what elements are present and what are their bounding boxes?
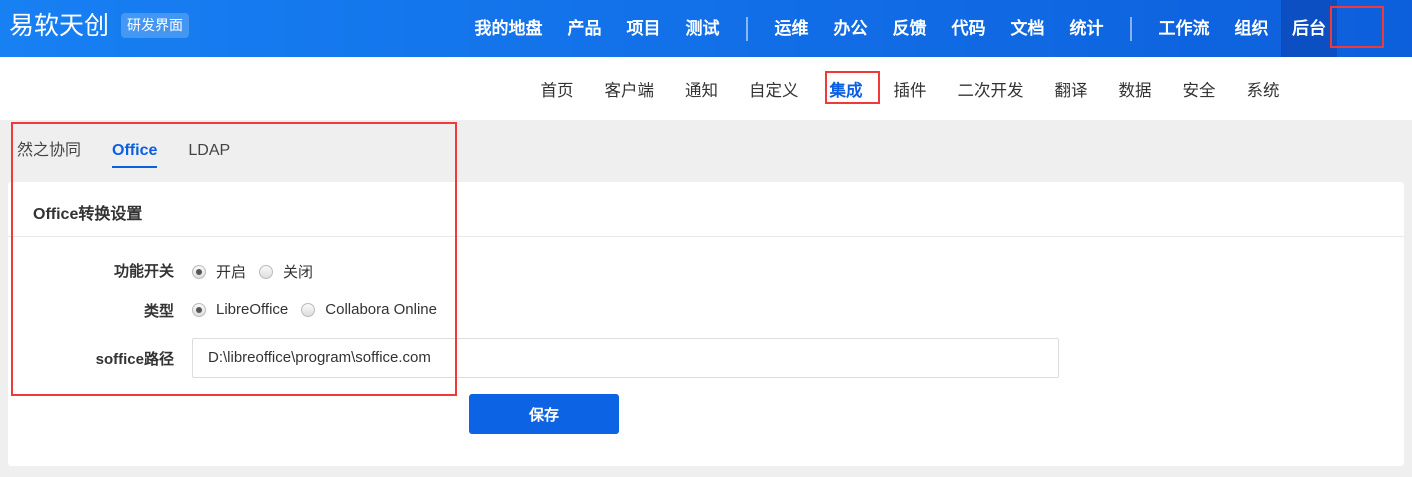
- main-nav: 我的地盘 产品 项目 测试 运维 办公 反馈 代码 文档 统计 工作流 组织 后…: [462, 0, 1337, 57]
- nav-ops[interactable]: 运维: [762, 0, 821, 57]
- nav-my[interactable]: 我的地盘: [462, 0, 555, 57]
- integration-tabs: 然之协同 Office LDAP: [17, 120, 261, 182]
- type-libreoffice-radio[interactable]: LibreOffice: [192, 301, 288, 318]
- subnav-translate[interactable]: 翻译: [1039, 77, 1103, 101]
- radio-unchecked-icon[interactable]: [301, 302, 316, 317]
- subnav-client[interactable]: 客户端: [589, 77, 670, 101]
- nav-office[interactable]: 办公: [821, 0, 880, 57]
- office-settings-card: Office转换设置 功能开关 开启 关闭 类型 LibreOffice Col…: [8, 182, 1404, 466]
- nav-product[interactable]: 产品: [555, 0, 614, 57]
- tab-ldap[interactable]: LDAP: [188, 120, 230, 182]
- nav-project[interactable]: 项目: [614, 0, 673, 57]
- radio-label: 开启: [216, 264, 247, 281]
- nav-admin[interactable]: 后台: [1281, 0, 1337, 57]
- nav-code[interactable]: 代码: [939, 0, 998, 57]
- switch-radio-group: 开启 关闭: [192, 261, 326, 282]
- path-label: soffice路径: [95, 351, 174, 368]
- brand-logo[interactable]: 易软天创: [9, 8, 109, 44]
- subnav-integration[interactable]: 集成: [814, 77, 878, 101]
- radio-checked-icon[interactable]: [192, 264, 206, 279]
- sub-nav: 首页 客户端 通知 自定义 集成 插件 二次开发 翻译 数据 安全 系统: [0, 57, 1412, 120]
- subnav-security[interactable]: 安全: [1167, 77, 1231, 101]
- tab-office[interactable]: Office: [112, 120, 158, 182]
- type-label: 类型: [143, 303, 174, 320]
- dev-interface-badge[interactable]: 研发界面: [121, 13, 189, 38]
- nav-org[interactable]: 组织: [1222, 0, 1281, 57]
- subnav-home[interactable]: 首页: [525, 77, 589, 101]
- save-button[interactable]: 保存: [469, 394, 619, 434]
- nav-stats[interactable]: 统计: [1057, 0, 1116, 57]
- subnav-system[interactable]: 系统: [1231, 77, 1295, 101]
- switch-off-radio[interactable]: 关闭: [259, 261, 313, 282]
- switch-on-radio[interactable]: 开启: [192, 261, 246, 282]
- switch-label: 功能开关: [113, 263, 174, 280]
- type-collabora-radio[interactable]: Collabora Online: [301, 301, 437, 318]
- nav-divider: [746, 16, 748, 41]
- nav-test[interactable]: 测试: [673, 0, 732, 57]
- nav-workflow[interactable]: 工作流: [1146, 0, 1222, 57]
- tab-ranzhi[interactable]: 然之协同: [17, 120, 81, 182]
- nav-feedback[interactable]: 反馈: [880, 0, 939, 57]
- nav-divider: [1130, 16, 1132, 41]
- radio-label: Collabora Online: [325, 301, 437, 318]
- radio-label: 关闭: [283, 264, 314, 281]
- soffice-path-input[interactable]: D:\libreoffice\program\soffice.com: [192, 338, 1059, 378]
- nav-docs[interactable]: 文档: [998, 0, 1057, 57]
- subnav-notify[interactable]: 通知: [670, 77, 734, 101]
- radio-label: LibreOffice: [216, 301, 289, 318]
- subnav-data[interactable]: 数据: [1103, 77, 1167, 101]
- radio-checked-icon[interactable]: [192, 302, 206, 317]
- top-header: 易软天创 研发界面 我的地盘 产品 项目 测试 运维 办公 反馈 代码 文档 统…: [0, 0, 1412, 57]
- card-title: Office转换设置: [33, 206, 143, 223]
- type-radio-group: LibreOffice Collabora Online: [192, 301, 450, 318]
- radio-unchecked-icon[interactable]: [259, 264, 274, 279]
- divider: [8, 236, 1404, 237]
- subnav-custom[interactable]: 自定义: [734, 77, 815, 101]
- subnav-dev[interactable]: 二次开发: [942, 77, 1039, 101]
- subnav-plugin[interactable]: 插件: [878, 77, 942, 101]
